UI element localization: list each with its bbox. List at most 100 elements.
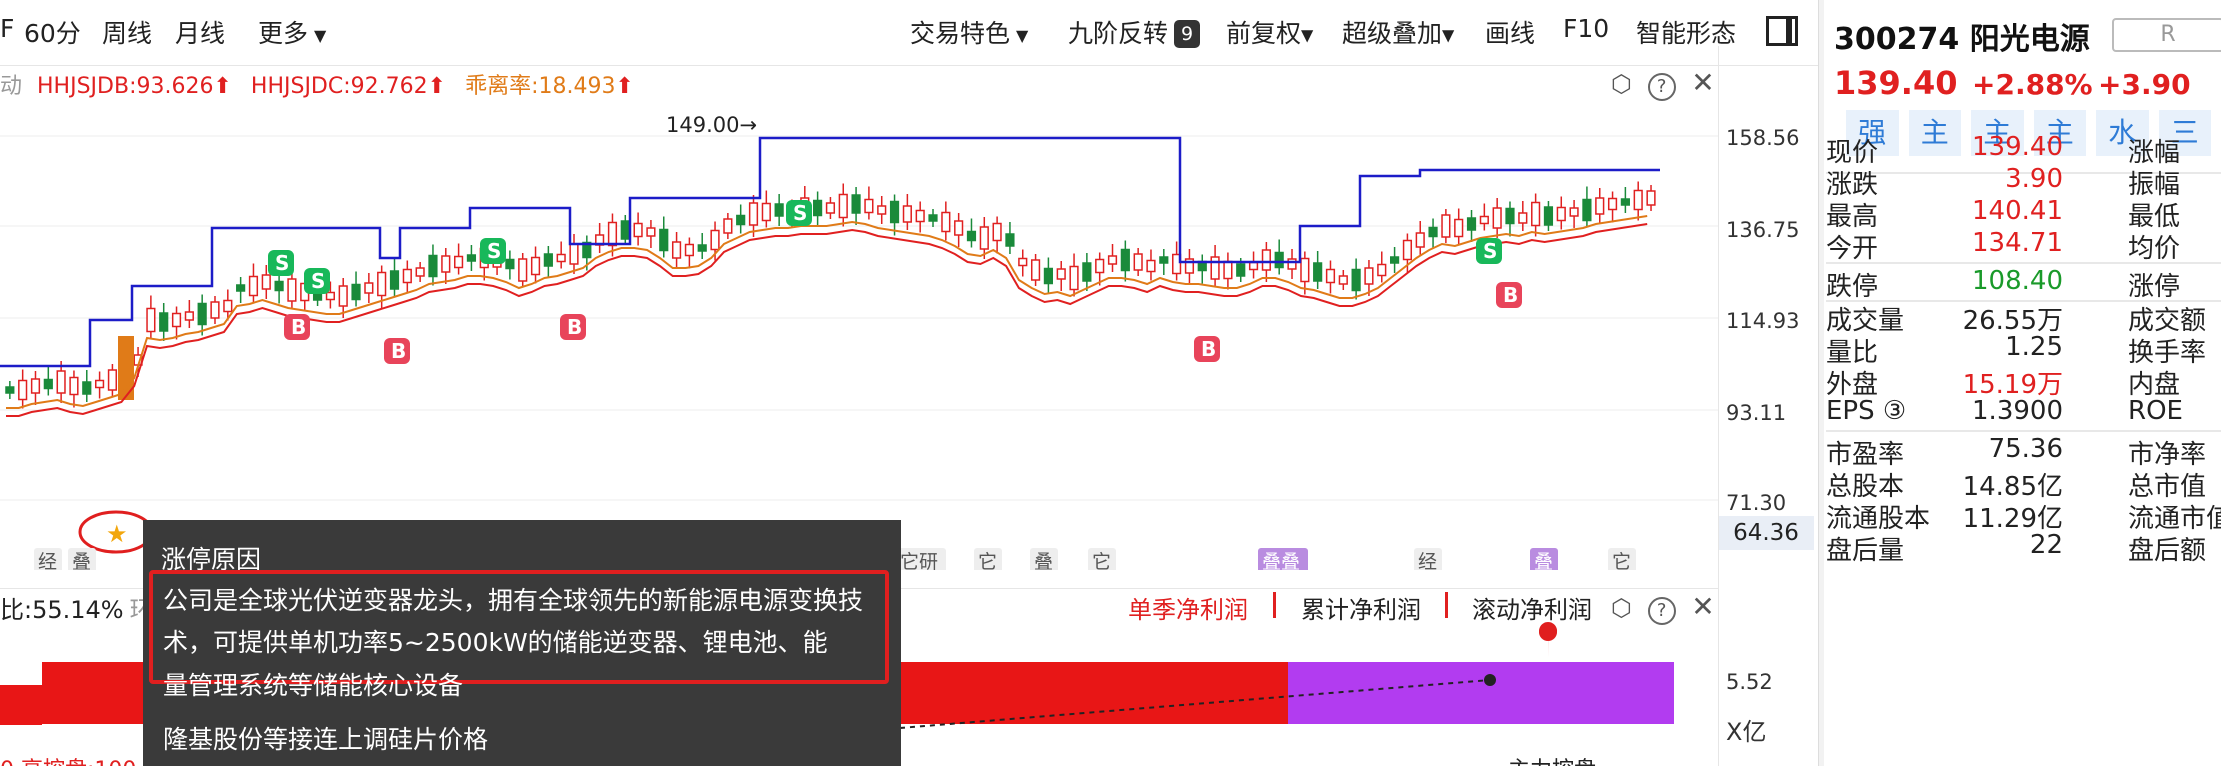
candle-body xyxy=(287,278,297,302)
close-icon[interactable]: ✕ xyxy=(1691,590,1714,623)
chevron-down-icon: ▼ xyxy=(1442,25,1455,45)
candle-body xyxy=(69,376,79,396)
candle-body xyxy=(1492,207,1502,229)
candle-body xyxy=(1287,258,1297,270)
more-menu[interactable]: 更多 ▼ xyxy=(258,14,326,50)
candle-body xyxy=(748,202,759,226)
candle-body xyxy=(43,378,53,390)
event-tag-label: 它 xyxy=(1612,551,1631,570)
event-tag-label: 它研 xyxy=(900,551,938,570)
adjust-menu[interactable]: 前复权▼ xyxy=(1226,14,1313,50)
last-price: 139.40 xyxy=(1834,64,1958,102)
period-week[interactable]: 周线 xyxy=(102,14,152,50)
chevron-down-icon: ▼ xyxy=(314,25,327,45)
candle-body xyxy=(1351,268,1361,292)
candle-body xyxy=(941,211,951,233)
candle-body xyxy=(877,205,887,215)
overlay-menu[interactable]: 超级叠加▼ xyxy=(1342,14,1454,50)
candle-body xyxy=(1415,232,1425,248)
period-month[interactable]: 月线 xyxy=(175,14,225,50)
candle-body xyxy=(671,241,682,259)
candle-body xyxy=(1120,248,1130,272)
candle-body xyxy=(1466,217,1477,231)
candle-body xyxy=(851,194,861,214)
candle-body xyxy=(1582,198,1592,222)
period-partial[interactable]: F xyxy=(0,14,14,43)
panel-splitter[interactable] xyxy=(1818,0,1824,766)
panel-toggle-icon[interactable] xyxy=(1766,16,1798,46)
r-button[interactable]: R xyxy=(2112,18,2221,52)
candle-body xyxy=(389,270,400,290)
candle-body xyxy=(659,228,669,252)
candle-body xyxy=(1082,262,1092,282)
quote-key2: ROE xyxy=(2128,396,2183,426)
candle-body xyxy=(261,274,271,290)
quote-key: EPS ③ xyxy=(1826,396,1907,426)
buy-signal-icon-label: B xyxy=(1201,337,1216,361)
quote-key2: 均价 xyxy=(2128,234,2181,264)
candle-body xyxy=(1210,256,1220,280)
trend-point xyxy=(1484,674,1496,686)
nine-reversal-button[interactable]: 九阶反转 9 xyxy=(1068,14,1201,50)
kline-chart[interactable]: 149.00→✷✷✷✷✷✷✷✷✷✷✷✷✷✷✷✷✷✷✷✷✷✷✷✷✷SSSSSBBB… xyxy=(0,90,1720,570)
candle-body xyxy=(710,229,720,251)
candle-body xyxy=(466,254,477,262)
candle-body xyxy=(1313,262,1323,282)
candle-body xyxy=(1505,207,1515,225)
more-label: 更多 xyxy=(258,19,309,48)
app-window: F 60分 周线 月线 更多 ▼ 交易特色 ▼ 九阶反转 9 前复权▼ 超级叠加▼ 画… xyxy=(0,0,2221,766)
price-tick: 71.30 xyxy=(1726,491,1787,515)
candle-body xyxy=(402,268,412,284)
lower-axis-value: 5.52 xyxy=(1726,670,1773,694)
candle-body xyxy=(1261,249,1271,271)
candle-body xyxy=(761,202,771,222)
candle-body xyxy=(82,381,92,395)
candle-body xyxy=(889,200,900,224)
main-control-label: 主力控盘 xyxy=(1508,752,1596,766)
price-tick: 136.75 xyxy=(1726,218,1800,242)
candle-body xyxy=(1248,261,1259,271)
chevron-down-icon: ▼ xyxy=(1016,25,1029,45)
quote-value: 1.3900 xyxy=(1972,396,2063,426)
candle-body xyxy=(95,379,105,389)
candle-body xyxy=(1005,233,1015,247)
candle-body xyxy=(1479,215,1489,225)
candle-body xyxy=(1223,260,1233,280)
quote-value: 140.41 xyxy=(1972,196,2063,226)
popup-highlight-text: 公司是全球光伏逆变器龙头，拥有全球领先的新能源电源变换技术，可提供单机功率5~2… xyxy=(163,586,864,657)
candle-body xyxy=(1633,189,1643,211)
quote-key: 今开 xyxy=(1826,234,1879,264)
candle-body xyxy=(1043,267,1054,285)
price-tick: 93.11 xyxy=(1726,401,1787,425)
trade-feature-menu[interactable]: 交易特色 ▼ xyxy=(910,14,1028,50)
candle-body xyxy=(236,284,246,292)
candle-body xyxy=(530,256,541,276)
limit-up-reason-popup: 涨停原因 公司是全球光伏逆变器龙头，拥有全球领先的新能源电源变换技术，可提供单机… xyxy=(143,520,901,766)
buy-signal-icon-label: B xyxy=(1503,283,1518,307)
candle-body xyxy=(454,255,464,269)
period-60min[interactable]: 60分 xyxy=(24,14,81,50)
candle-body xyxy=(223,299,233,313)
candle-body xyxy=(954,220,964,236)
tab-divider xyxy=(1445,592,1448,618)
overlay-label: 超级叠加 xyxy=(1342,19,1443,48)
candle-body xyxy=(774,203,784,217)
stock-name: 阳光电源 xyxy=(1969,22,2090,57)
buy-signal-icon-label: B xyxy=(291,315,306,339)
quote-value: 139.40 xyxy=(1972,132,2063,162)
candle-body xyxy=(1056,268,1066,280)
sell-signal-icon-label: S xyxy=(1483,239,1497,263)
candle-body xyxy=(723,218,733,234)
candle-body xyxy=(1069,265,1079,291)
candle-body xyxy=(30,378,41,394)
change-amount: +3.90 xyxy=(2098,68,2191,101)
candle-body xyxy=(197,302,207,326)
f10-button[interactable]: F10 xyxy=(1563,14,1609,43)
candle-body xyxy=(146,307,156,333)
candle-body xyxy=(1338,275,1348,285)
smart-pattern-button[interactable]: 智能形态 xyxy=(1636,14,1736,50)
settings-hex-icon[interactable]: ⬡ xyxy=(1611,594,1632,622)
candle-body xyxy=(1030,259,1041,281)
candle-body xyxy=(697,244,707,252)
draw-button[interactable]: 画线 xyxy=(1485,14,1535,50)
